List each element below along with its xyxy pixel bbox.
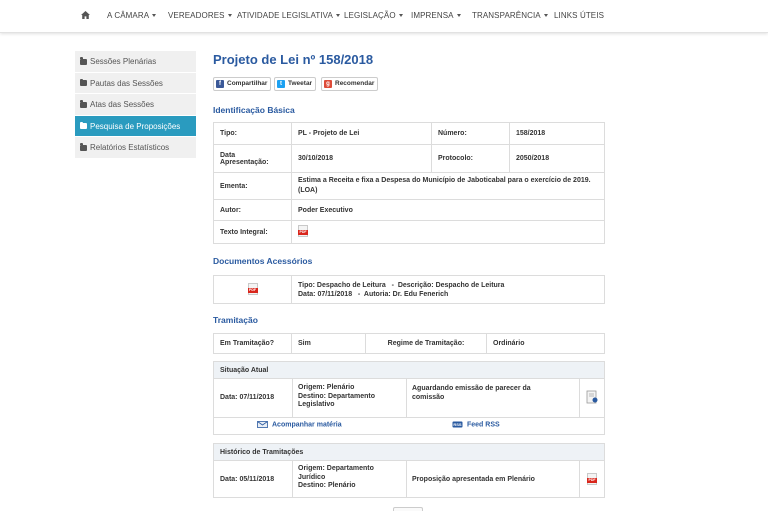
situacao-origem-destino: Origem: Plenário Destino: Departamento L…	[298, 384, 376, 408]
situacao-atual-box: Situação Atual Data: 07/11/2018 Origem: …	[213, 361, 605, 435]
chevron-down-icon	[335, 14, 340, 18]
chevron-down-icon	[152, 14, 157, 18]
nav-transparencia[interactable]: TRANSPARÊNCIA	[472, 11, 548, 20]
sidebar-item-pesquisa-de-proposicoes[interactable]: Pesquisa de Proposições	[75, 115, 196, 137]
historico-box: Histórico de Tramitações Data: 05/11/201…	[213, 443, 605, 498]
situacao-data: Data: 07/11/2018	[220, 394, 275, 401]
documentos-table: Tipo: Despacho de Leitura - Descrição: D…	[213, 275, 605, 304]
facebook-icon: f	[216, 80, 224, 88]
home-icon[interactable]	[81, 11, 90, 19]
google-recommend-button[interactable]: g Recomendar	[321, 77, 379, 91]
chevron-down-icon	[227, 14, 232, 18]
pdf-icon[interactable]	[247, 282, 258, 295]
folder-icon	[80, 143, 87, 151]
chevron-down-icon	[543, 14, 548, 18]
documento-item: Tipo: Despacho de Leitura - Descrição: D…	[291, 275, 605, 304]
nav-a-camara[interactable]: A CÂMARA	[107, 11, 157, 20]
protocolo-label: Protocolo:	[431, 144, 510, 173]
feed-rss-link[interactable]: RSS Feed RSS	[452, 421, 500, 428]
folder-icon	[80, 121, 87, 129]
protocolo-value: 2050/2018	[509, 144, 605, 173]
identificacao-table: Tipo: PL - Projeto de Lei Número: 158/20…	[213, 122, 605, 244]
ementa-label: Ementa:	[213, 172, 292, 200]
nav-imprensa[interactable]: IMPRENSA	[411, 11, 461, 20]
tipo-label: Tipo:	[213, 122, 292, 145]
data-apresentacao-label: Data Apresentação:	[213, 144, 292, 173]
numero-value: 158/2018	[509, 122, 605, 145]
em-tramitacao-value: Sim	[291, 333, 366, 354]
ementa-value: Estima a Receita e fixa a Despesa do Mun…	[291, 172, 605, 200]
sidebar: Sessões Plenárias Pautas das Sessões Ata…	[75, 51, 196, 159]
email-icon	[257, 421, 268, 428]
pdf-icon[interactable]	[587, 473, 597, 485]
situacao-status: Aguardando emissão de parecer da comissã…	[412, 385, 531, 401]
nav-vereadores[interactable]: VEREADORES	[168, 11, 232, 20]
pdf-icon[interactable]	[298, 225, 308, 237]
sidebar-item-sessoes-plenarias[interactable]: Sessões Plenárias	[75, 51, 196, 73]
nav-links-uteis[interactable]: LINKS ÚTEIS	[554, 11, 604, 20]
nav-legislacao[interactable]: LEGISLAÇÃO	[344, 11, 403, 20]
tramitacao-table: Em Tramitação? Sim Regime de Tramitação:…	[213, 333, 605, 354]
historico-status: Proposição apresentada em Plenário	[412, 476, 535, 483]
autor-value: Poder Executivo	[291, 199, 605, 221]
historico-origem-destino: Origem: Departamento Jurídico Destino: P…	[298, 465, 374, 489]
sidebar-item-pautas-das-sessoes[interactable]: Pautas das Sessões	[75, 72, 196, 94]
twitter-icon: t	[277, 80, 285, 88]
regime-label: Regime de Tramitação:	[365, 333, 487, 354]
sidebar-item-relatorios-estatisticos[interactable]: Relatórios Estatísticos	[75, 137, 196, 159]
situacao-atual-heading: Situação Atual	[214, 362, 604, 379]
em-tramitacao-label: Em Tramitação?	[213, 333, 292, 354]
scroll-to-top-tab[interactable]	[393, 507, 423, 511]
section-tramitacao: Tramitação	[213, 315, 258, 325]
texto-integral-label: Texto Integral:	[213, 220, 292, 244]
acompanhar-materia-link[interactable]: Acompanhar matéria	[257, 421, 342, 428]
folder-icon	[80, 78, 87, 86]
regime-value: Ordinário	[486, 333, 605, 354]
twitter-share-button[interactable]: t Tweetar	[274, 77, 317, 91]
chevron-down-icon	[398, 14, 403, 18]
page-title: Projeto de Lei nº 158/2018	[213, 52, 374, 67]
top-navbar: A CÂMARA VEREADORES ATIVIDADE LEGISLATIV…	[0, 0, 768, 33]
folder-icon	[80, 57, 87, 65]
autor-label: Autor:	[213, 199, 292, 221]
svg-text:RSS: RSS	[453, 422, 462, 427]
folder-icon	[80, 100, 87, 108]
numero-label: Número:	[431, 122, 510, 145]
document-info-icon[interactable]	[586, 390, 598, 404]
nav-atividade-legislativa[interactable]: ATIVIDADE LEGISLATIVA	[237, 11, 340, 20]
google-plus-icon: g	[324, 80, 332, 88]
historico-heading: Histórico de Tramitações	[214, 444, 604, 461]
section-identificacao: Identificação Básica	[213, 105, 295, 115]
facebook-share-button[interactable]: f Compartilhar	[213, 77, 272, 91]
historico-data: Data: 05/11/2018	[220, 476, 275, 483]
section-documentos: Documentos Acessórios	[213, 256, 313, 266]
data-apresentacao-value: 30/10/2018	[291, 144, 432, 173]
rss-icon: RSS	[452, 421, 463, 428]
tipo-value: PL - Projeto de Lei	[291, 122, 432, 145]
chevron-down-icon	[456, 14, 461, 18]
sidebar-item-atas-das-sessoes[interactable]: Atas das Sessões	[75, 94, 196, 116]
